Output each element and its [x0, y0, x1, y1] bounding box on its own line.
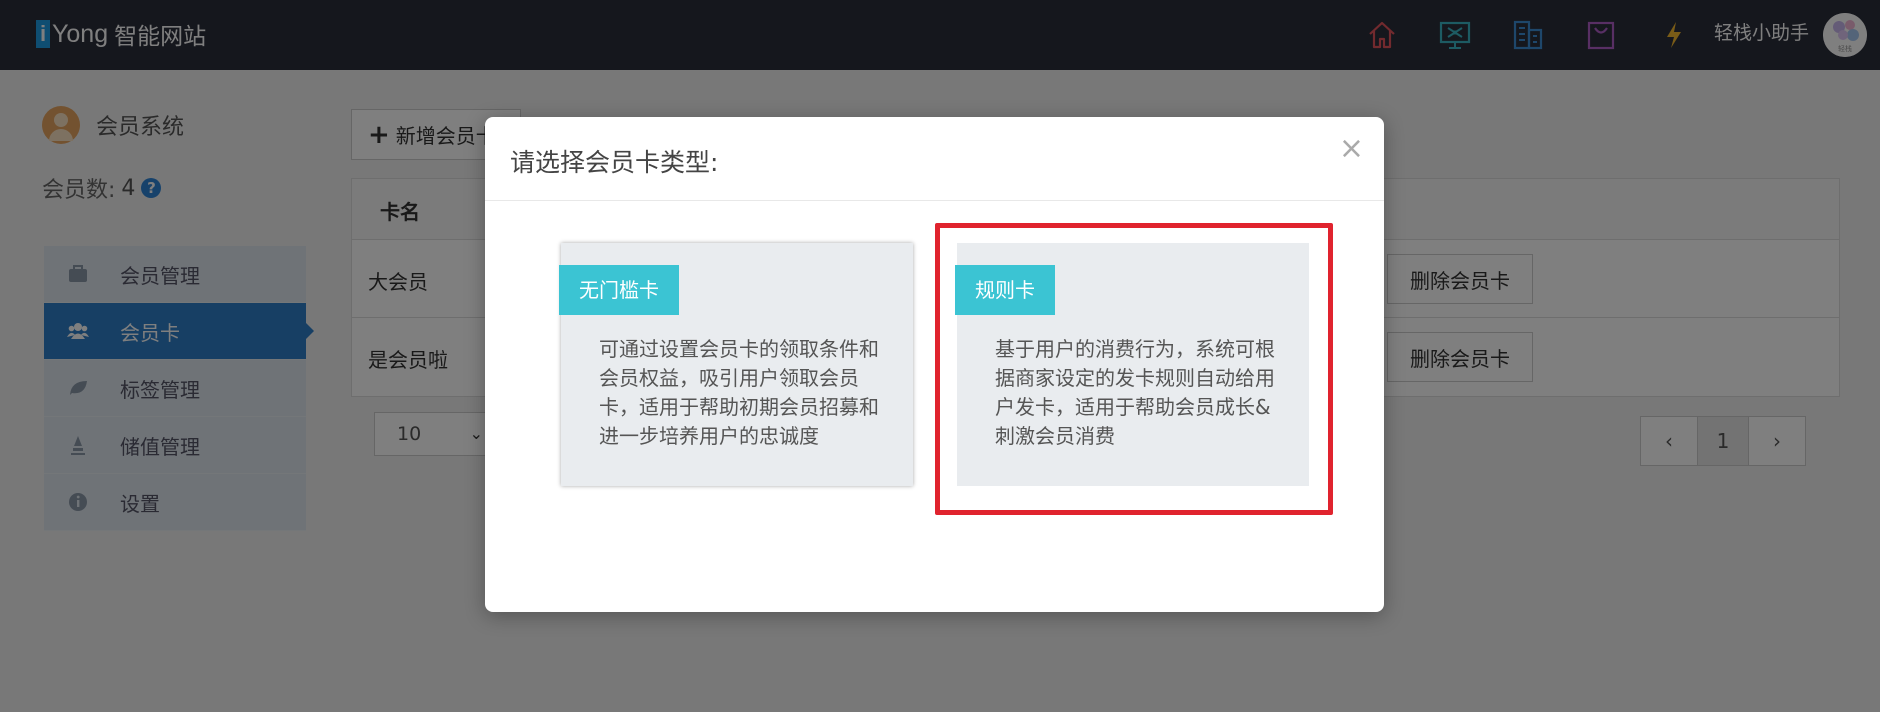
card-type-description: 可通过设置会员卡的领取条件和会员权益，吸引用户领取会员卡，适用于帮助初期会员招募…	[599, 337, 879, 448]
card-type-description: 基于用户的消费行为，系统可根据商家设定的发卡规则自动给用户发卡，适用于帮助会员成…	[995, 337, 1275, 448]
close-icon[interactable]: ×	[1339, 131, 1364, 166]
no-threshold-card-option[interactable]: 无门槛卡 可通过设置会员卡的领取条件和会员权益，吸引用户领取会员卡，适用于帮助初…	[559, 243, 913, 486]
card-type-modal: 请选择会员卡类型: × 无门槛卡 可通过设置会员卡的领取条件和会员权益，吸引用户…	[485, 117, 1384, 612]
card-type-tag: 规则卡	[955, 265, 1055, 315]
card-type-tag: 无门槛卡	[559, 265, 679, 315]
rule-card-option[interactable]: 规则卡 基于用户的消费行为，系统可根据商家设定的发卡规则自动给用户发卡，适用于帮…	[955, 243, 1309, 486]
modal-header: 请选择会员卡类型: ×	[485, 117, 1384, 201]
modal-title: 请选择会员卡类型:	[510, 148, 719, 177]
